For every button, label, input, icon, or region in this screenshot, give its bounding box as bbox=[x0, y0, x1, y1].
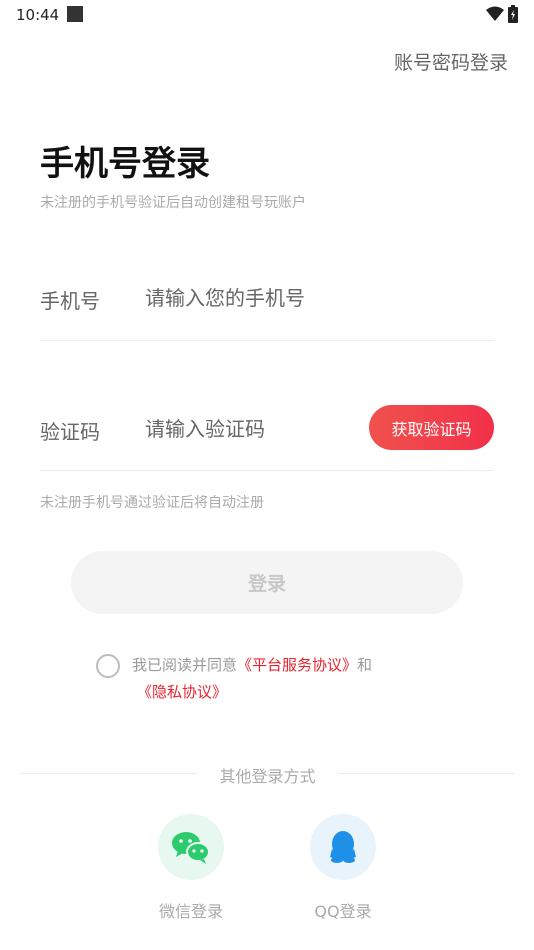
login-button[interactable]: 登录 bbox=[71, 551, 463, 614]
qq-login-label: QQ登录 bbox=[314, 902, 372, 921]
status-bar: 10:44 bbox=[0, 0, 534, 30]
notification-icon bbox=[67, 6, 83, 22]
page-subtitle: 未注册的手机号验证后自动创建租号玩账户 bbox=[40, 195, 306, 211]
code-input[interactable] bbox=[145, 413, 365, 445]
code-label: 验证码 bbox=[40, 420, 100, 444]
wechat-login-button[interactable] bbox=[158, 814, 224, 880]
agreement-conjunction: 和 bbox=[357, 656, 373, 674]
privacy-agreement-link[interactable]: 《隐私协议》 bbox=[137, 683, 227, 701]
get-code-button[interactable]: 获取验证码 bbox=[369, 405, 494, 450]
register-hint: 未注册手机号通过验证后将自动注册 bbox=[40, 495, 264, 511]
login-screen: 10:44 账号密码登录 手机号登录 未注册的手机号验证后自动创建租号玩账户 手… bbox=[0, 0, 534, 950]
other-login-divider-left bbox=[20, 773, 197, 774]
wechat-login-label: 微信登录 bbox=[158, 902, 223, 921]
battery-icon bbox=[508, 5, 518, 23]
wifi-icon bbox=[486, 6, 504, 21]
agreement-prefix: 我已阅读并同意 bbox=[132, 656, 238, 674]
agreement-text: 我已阅读并同意《平台服务协议》和 bbox=[132, 654, 372, 675]
code-divider bbox=[40, 470, 494, 471]
agreement-checkbox[interactable] bbox=[96, 654, 120, 678]
phone-label: 手机号 bbox=[40, 289, 100, 313]
agreement-text-second-line: 《隐私协议》 bbox=[137, 681, 227, 702]
platform-agreement-link[interactable]: 《平台服务协议》 bbox=[237, 656, 357, 674]
other-login-title: 其他登录方式 bbox=[219, 767, 316, 786]
wechat-icon bbox=[172, 832, 210, 864]
qq-icon bbox=[330, 831, 356, 863]
phone-divider bbox=[40, 340, 494, 341]
qq-login-button[interactable] bbox=[310, 814, 376, 880]
status-time: 10:44 bbox=[16, 6, 60, 24]
account-password-login-link[interactable]: 账号密码登录 bbox=[394, 48, 508, 75]
page-title: 手机号登录 bbox=[40, 144, 210, 184]
other-login-divider-right bbox=[338, 773, 514, 774]
phone-input[interactable] bbox=[145, 282, 365, 314]
